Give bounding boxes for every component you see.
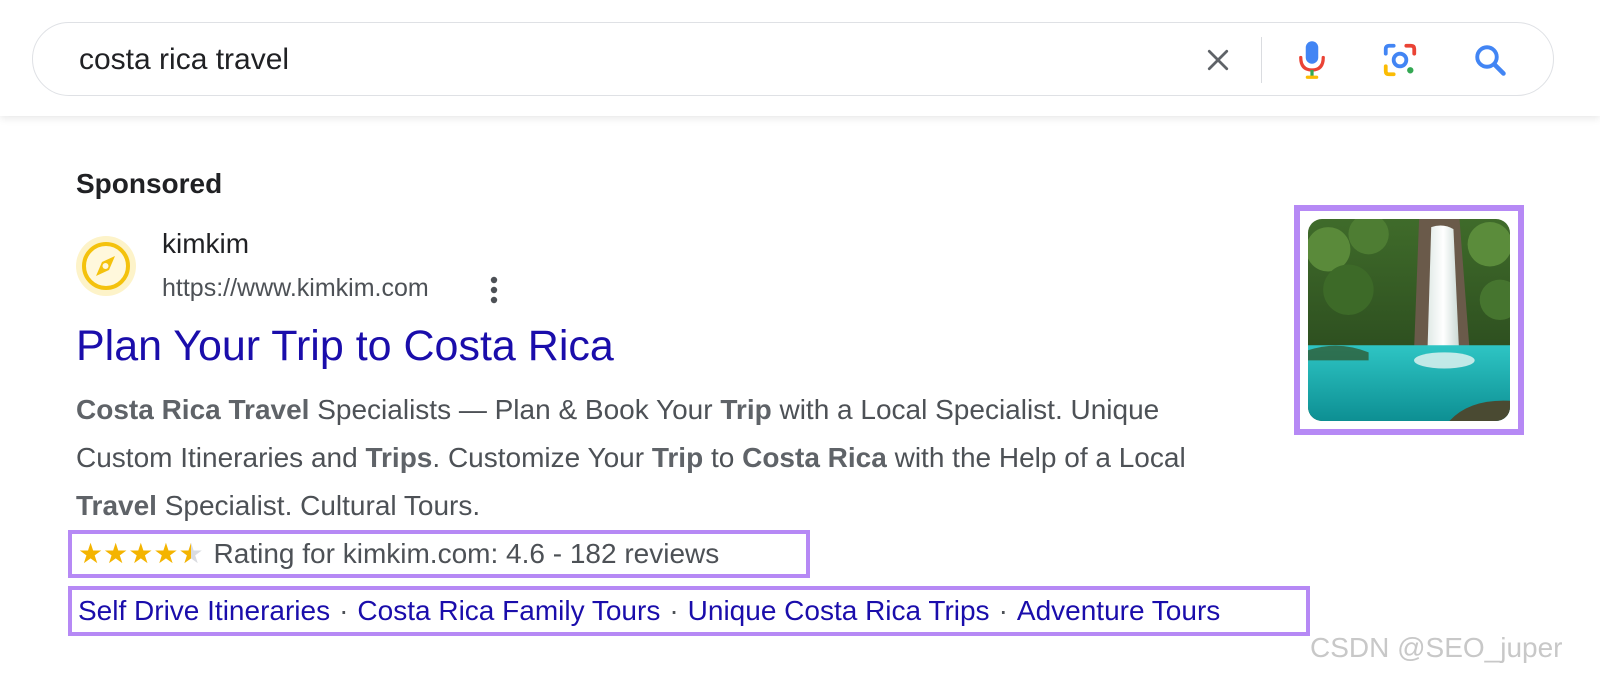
rating-extension: ★★★★★ Rating for kimkim.com: 4.6 - 182 r… bbox=[68, 530, 810, 578]
description-text: to bbox=[703, 442, 743, 473]
description-keyword: Trip bbox=[720, 394, 772, 425]
star-full-icon: ★ bbox=[78, 537, 104, 570]
star-full-icon: ★ bbox=[103, 537, 129, 570]
description-text: Specialist. Cultural Tours. bbox=[156, 490, 481, 521]
sitelink-separator: · bbox=[998, 595, 1008, 626]
more-options-button[interactable] bbox=[478, 272, 510, 308]
ad-title-link[interactable]: Plan Your Trip to Costa Rica bbox=[76, 322, 614, 371]
compass-icon bbox=[82, 242, 130, 290]
search-button[interactable] bbox=[1467, 37, 1513, 83]
site-url[interactable]: https://www.kimkim.com bbox=[162, 274, 429, 303]
search-divider bbox=[1261, 37, 1262, 83]
description-keyword: Trip bbox=[651, 442, 704, 473]
search-input[interactable] bbox=[79, 41, 1099, 79]
waterfall-thumbnail[interactable] bbox=[1308, 219, 1510, 421]
lens-search-button[interactable] bbox=[1377, 37, 1423, 83]
description-keyword: Costa Rica Travel bbox=[76, 394, 310, 425]
sitelink[interactable]: Costa Rica Family Tours bbox=[357, 595, 660, 627]
description-text: . Customize Your bbox=[432, 442, 652, 473]
star-half-icon: ★ bbox=[178, 540, 203, 569]
sitelink[interactable]: Unique Costa Rica Trips bbox=[688, 595, 990, 627]
description-text: with the Help of a Local bbox=[886, 442, 1186, 473]
description-text: Specialists — Plan & Book Your bbox=[309, 394, 721, 425]
star-full-icon: ★ bbox=[128, 537, 154, 570]
sitelink[interactable]: Adventure Tours bbox=[1017, 595, 1220, 627]
voice-search-button[interactable] bbox=[1289, 37, 1335, 83]
more-vert-icon bbox=[490, 276, 498, 304]
sitelink[interactable]: Self Drive Itineraries bbox=[78, 595, 330, 627]
description-keyword: Trips bbox=[365, 442, 433, 473]
ad-description: Costa Rica Travel Specialists — Plan & B… bbox=[76, 386, 1256, 530]
search-box[interactable] bbox=[32, 22, 1554, 96]
star-full-icon: ★ bbox=[153, 537, 179, 570]
clear-search-button[interactable] bbox=[1195, 37, 1241, 83]
close-icon bbox=[1207, 49, 1229, 71]
search-header bbox=[0, 0, 1600, 116]
description-keyword: Travel bbox=[76, 490, 157, 521]
description-keyword: Costa Rica bbox=[742, 442, 887, 473]
sitelink-separator: · bbox=[669, 595, 679, 626]
microphone-icon bbox=[1299, 41, 1325, 79]
sponsored-label: Sponsored bbox=[76, 168, 223, 199]
site-favicon[interactable] bbox=[76, 236, 136, 296]
search-icon bbox=[1475, 45, 1506, 76]
sitelink-separator: · bbox=[339, 595, 349, 626]
watermark: CSDN @SEO_juper bbox=[1310, 632, 1563, 663]
camera-lens-icon bbox=[1383, 43, 1417, 77]
site-name[interactable]: kimkim bbox=[162, 228, 249, 260]
star-rating: ★ ★ ★ ★ ★ bbox=[78, 537, 204, 570]
image-extension[interactable] bbox=[1294, 205, 1524, 435]
sitelinks-extension: Self Drive Itineraries · Costa Rica Family… bbox=[68, 586, 1310, 636]
rating-text: Rating for kimkim.com: 4.6 - 182 reviews bbox=[213, 538, 720, 569]
